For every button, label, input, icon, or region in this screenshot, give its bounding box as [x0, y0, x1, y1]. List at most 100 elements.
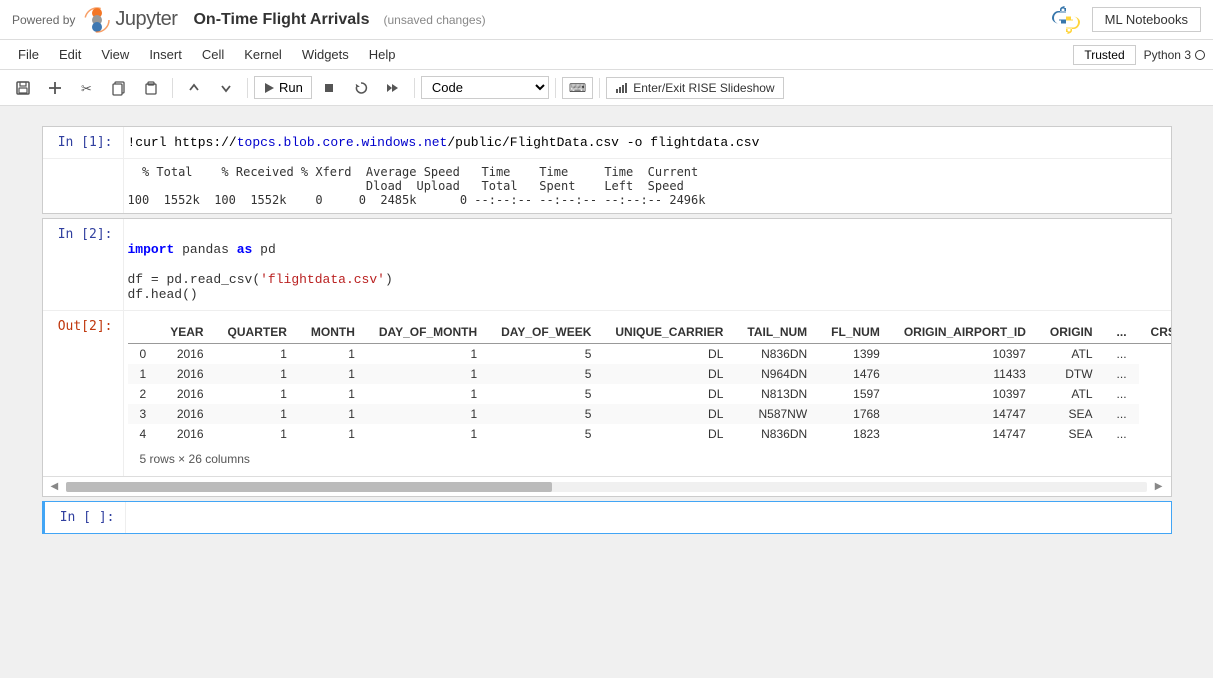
table-row: 420161115DLN836DN182314747SEA... — [128, 424, 1171, 444]
menu-bar: File Edit View Insert Cell Kernel Widget… — [0, 40, 1213, 70]
toolbar-separator-5 — [599, 78, 600, 98]
col-ellipsis: ... — [1105, 321, 1139, 344]
kernel-info: Python 3 — [1144, 48, 1205, 62]
col-fl-num: FL_NUM — [819, 321, 892, 344]
fast-forward-icon — [385, 80, 401, 96]
paste-button[interactable] — [136, 76, 166, 100]
save-icon — [15, 80, 31, 96]
run-icon — [263, 82, 275, 94]
toolbar-separator-1 — [172, 78, 173, 98]
cut-icon: ✂ — [79, 80, 95, 96]
cell-2-output-content: YEAR QUARTER MONTH DAY_OF_MONTH DAY_OF_W… — [123, 311, 1171, 476]
add-icon — [47, 80, 63, 96]
cell-2: In [2]: import pandas as pd df = pd.read… — [42, 218, 1172, 497]
table-body: 020161115DLN836DN139910397ATL...12016111… — [128, 344, 1171, 445]
paste-icon — [143, 80, 159, 96]
menu-view[interactable]: View — [91, 44, 139, 65]
cell-1-content: In [1]: !curl https://topcs.blob.core.wi… — [43, 127, 1171, 158]
jupyter-logo-icon — [83, 6, 111, 34]
menu-file[interactable]: File — [8, 44, 49, 65]
jupyter-logo: Jupyter — [83, 6, 177, 34]
ml-notebooks-button[interactable]: ML Notebooks — [1092, 7, 1201, 32]
scroll-track[interactable] — [66, 482, 1147, 492]
cut-button[interactable]: ✂ — [72, 76, 102, 100]
toolbar-separator-4 — [555, 78, 556, 98]
unsaved-changes-badge: (unsaved changes) — [384, 13, 486, 27]
run-label: Run — [279, 80, 303, 95]
run-button[interactable]: Run — [254, 76, 312, 99]
notebook-title: On-Time Flight Arrivals — [193, 11, 369, 29]
toolbar-separator-3 — [414, 78, 415, 98]
top-bar-left: Powered by Jupyter On-Time Flight Arriva… — [12, 6, 486, 34]
dataframe-table: YEAR QUARTER MONTH DAY_OF_MONTH DAY_OF_W… — [128, 321, 1171, 444]
cell-1-prompt: In [1]: — [43, 127, 123, 158]
scroll-thumb[interactable] — [66, 482, 552, 492]
bar-chart-icon — [615, 83, 629, 93]
copy-button[interactable] — [104, 76, 134, 100]
svg-text:✂: ✂ — [81, 81, 92, 96]
col-tail-num: TAIL_NUM — [735, 321, 819, 344]
cell-1-output: % Total % Received % Xferd Average Speed… — [43, 158, 1171, 213]
keyboard-shortcut-button[interactable]: ⌨ — [562, 77, 593, 99]
col-day-of-month: DAY_OF_MONTH — [367, 321, 489, 344]
notebook-area: In [1]: !curl https://topcs.blob.core.wi… — [0, 106, 1213, 678]
move-down-icon — [218, 80, 234, 96]
new-cell-input-area[interactable] — [125, 502, 1171, 533]
python-logo-icon — [1050, 4, 1082, 36]
table-row: 320161115DLN587NW176814747SEA... — [128, 404, 1171, 424]
menu-help[interactable]: Help — [359, 44, 406, 65]
menu-widgets[interactable]: Widgets — [292, 44, 359, 65]
move-down-button[interactable] — [211, 76, 241, 100]
new-cell-prompt: In [ ]: — [45, 502, 125, 533]
dataframe-summary: 5 rows × 26 columns — [128, 448, 1167, 470]
new-cell: In [ ]: — [42, 501, 1172, 534]
stop-icon — [321, 80, 337, 96]
cell-1-input[interactable]: !curl https://topcs.blob.core.windows.ne… — [123, 127, 1171, 158]
horizontal-scrollbar[interactable]: ◀ ▶ — [43, 476, 1171, 496]
col-quarter: QUARTER — [216, 321, 299, 344]
col-index — [128, 321, 159, 344]
menu-insert[interactable]: Insert — [139, 44, 192, 65]
new-cell-content: In [ ]: — [45, 502, 1171, 533]
keyboard-icon: ⌨ — [569, 81, 586, 95]
menu-edit[interactable]: Edit — [49, 44, 91, 65]
table-row: 220161115DLN813DN159710397ATL... — [128, 384, 1171, 404]
cell-1: In [1]: !curl https://topcs.blob.core.wi… — [42, 126, 1172, 214]
curl-output-header2: Dload Upload Total Spent Left Speed — [128, 179, 1167, 193]
restart-button[interactable] — [346, 76, 376, 100]
top-bar: Powered by Jupyter On-Time Flight Arriva… — [0, 0, 1213, 40]
scroll-left-arrow[interactable]: ◀ — [47, 479, 63, 494]
menu-kernel[interactable]: Kernel — [234, 44, 292, 65]
trusted-button[interactable]: Trusted — [1073, 45, 1135, 65]
toolbar: ✂ Run Code Markdown Raw NBConvert ⌨ — [0, 70, 1213, 106]
add-cell-button[interactable] — [40, 76, 70, 100]
cell-type-dropdown[interactable]: Code Markdown Raw NBConvert — [421, 76, 549, 99]
fast-forward-button[interactable] — [378, 76, 408, 100]
col-year: YEAR — [158, 321, 215, 344]
copy-icon — [111, 80, 127, 96]
cell-2-content: In [2]: import pandas as pd df = pd.read… — [43, 219, 1171, 310]
table-header-row: YEAR QUARTER MONTH DAY_OF_MONTH DAY_OF_W… — [128, 321, 1171, 344]
cell-2-output-prompt: Out[2]: — [43, 311, 123, 476]
table-row: 120161115DLN964DN147611433DTW... — [128, 364, 1171, 384]
restart-icon — [353, 80, 369, 96]
save-button[interactable] — [8, 76, 38, 100]
move-up-button[interactable] — [179, 76, 209, 100]
kernel-label: Python 3 — [1144, 48, 1191, 62]
cell-1-output-content: % Total % Received % Xferd Average Speed… — [123, 159, 1171, 213]
stop-button[interactable] — [314, 76, 344, 100]
cell-2-input[interactable]: import pandas as pd df = pd.read_csv('fl… — [123, 219, 1171, 310]
col-unique-carrier: UNIQUE_CARRIER — [603, 321, 735, 344]
kernel-status-dot — [1195, 50, 1205, 60]
col-month: MONTH — [299, 321, 367, 344]
cell-2-output: Out[2]: YEAR QUARTER MONTH DAY_OF_MONTH … — [43, 310, 1171, 496]
curl-output-data: 100 1552k 100 1552k 0 0 2485k 0 --:--:--… — [128, 193, 1167, 207]
move-up-icon — [186, 80, 202, 96]
toolbar-separator-2 — [247, 78, 248, 98]
col-crs-arr: CRS_ARR_ — [1139, 321, 1171, 344]
menu-cell[interactable]: Cell — [192, 44, 234, 65]
scroll-right-arrow[interactable]: ▶ — [1151, 479, 1167, 494]
col-day-of-week: DAY_OF_WEEK — [489, 321, 603, 344]
rise-slideshow-button[interactable]: Enter/Exit RISE Slideshow — [606, 77, 783, 99]
cell-2-prompt: In [2]: — [43, 219, 123, 310]
